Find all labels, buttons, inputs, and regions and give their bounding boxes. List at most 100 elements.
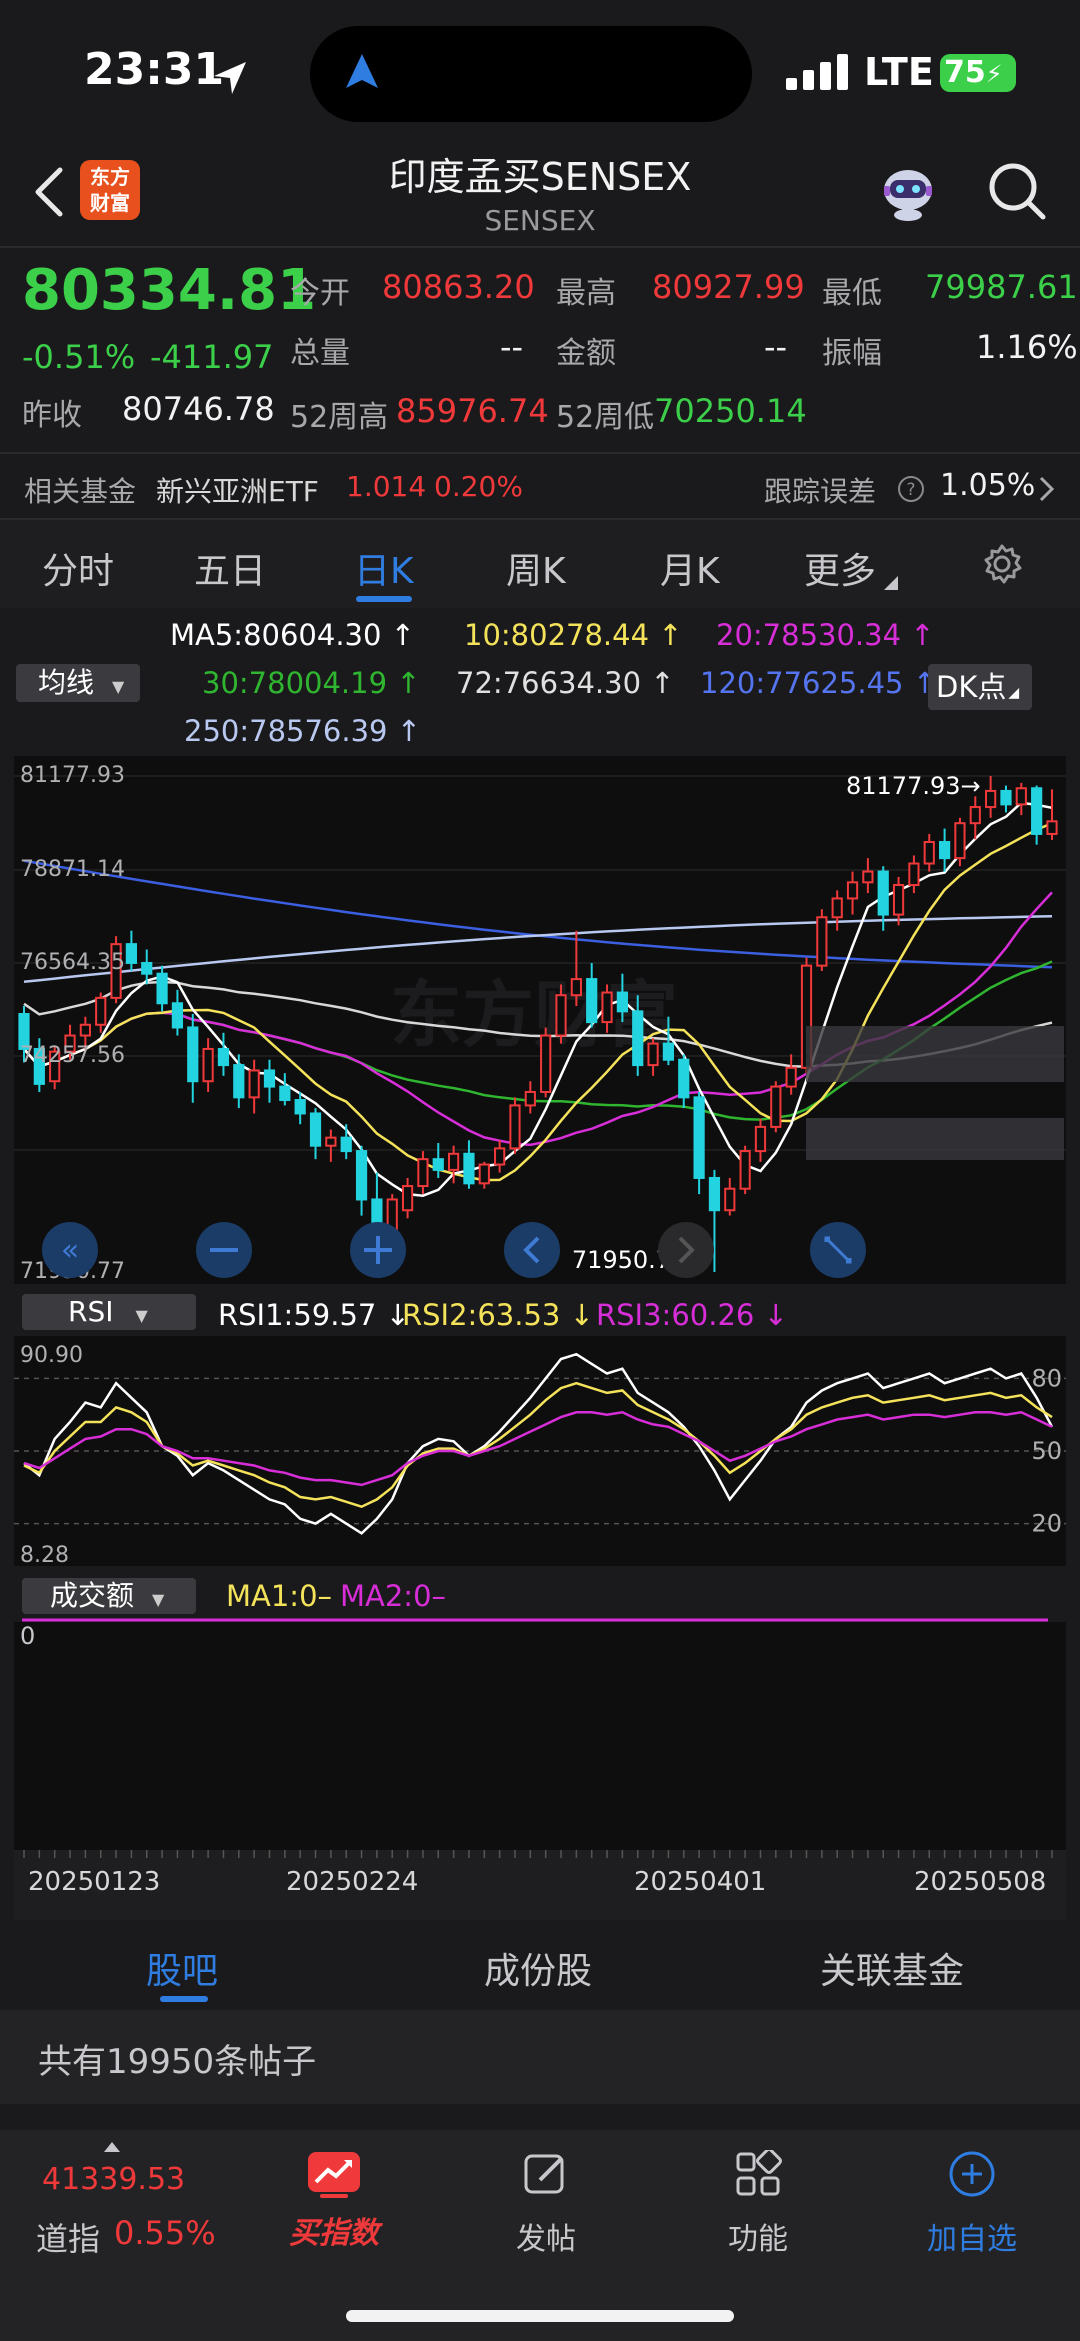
fund-change: 0.20% [434, 470, 523, 503]
post-button[interactable]: 发帖 [476, 2130, 616, 2290]
tab-stock-forum[interactable]: 股吧 [146, 1942, 218, 1994]
battery-level: 75 [944, 55, 986, 90]
candle-body [846, 881, 859, 900]
dow-ticker[interactable]: 41339.53 道指 0.55% [0, 2130, 220, 2290]
ma-type-select[interactable]: 均线 ▼ [16, 664, 140, 702]
candle-body [724, 1187, 736, 1212]
candle-body [938, 841, 951, 860]
rsi1-legend: RSI1:59.57 ↓ [218, 1298, 410, 1332]
robot-assistant-icon[interactable] [876, 160, 940, 224]
period-tabs: 分时 五日 日K 周K 月K 更多 [0, 520, 1080, 608]
open-label: 今开 [290, 276, 350, 311]
caret-up-icon [104, 2142, 120, 2152]
candle-body [816, 916, 828, 967]
amplitude-label: 振幅 [822, 336, 882, 371]
low-value: 79987.61 [925, 268, 1078, 306]
candle-body [985, 789, 997, 809]
fullscreen-button[interactable] [810, 1222, 866, 1278]
kline-y-tick: 76564.35 [20, 950, 125, 975]
zoom-in-button[interactable] [350, 1222, 406, 1278]
x-axis-bg [14, 1850, 1066, 1920]
rsi-y-tick-right: 20 [1031, 1510, 1062, 1538]
candle-body [309, 1112, 322, 1147]
related-fund-row[interactable]: 相关基金 新兴亚洲ETF 1.014 0.20% 跟踪误差 ? 1.05% [0, 456, 1080, 518]
candle-body [524, 1090, 536, 1107]
edit-post-icon [524, 2154, 564, 2194]
buy-index-button[interactable]: 买指数 [264, 2130, 404, 2290]
candle-body [770, 1085, 782, 1128]
candle-body [739, 1150, 751, 1190]
add-watchlist-button[interactable]: 加自选 [902, 2130, 1042, 2290]
buy-index-label: 买指数 [289, 2216, 379, 2251]
candle-body [693, 1096, 705, 1179]
wk52-low-label: 52周低 [556, 400, 655, 435]
tab-intraday[interactable]: 分时 [42, 542, 114, 594]
change-amount: -411.97 [150, 338, 274, 376]
tab-monthly-k[interactable]: 月K [660, 542, 720, 594]
tab-constituents[interactable]: 成份股 [484, 1942, 592, 1994]
candle-body [340, 1136, 352, 1153]
amount-indicator-select[interactable]: 成交额 ▼ [22, 1578, 196, 1614]
kline-chart-area[interactable]: 东方财富 81177.9378871.1476564.3574257.56719… [0, 756, 1080, 1926]
tab-more[interactable]: 更多 [804, 542, 876, 594]
tab-five-day[interactable]: 五日 [194, 542, 266, 594]
step-right-button[interactable] [658, 1222, 714, 1278]
candle-body [1031, 787, 1043, 835]
candle-body [908, 862, 920, 887]
ma-legend: MA5:80604.30 ↑ 10:80278.44 ↑ 20:78530.34… [0, 608, 1080, 758]
candle-body [294, 1099, 306, 1115]
candle-body [432, 1158, 444, 1171]
move-left-button[interactable]: « [42, 1222, 98, 1278]
candle-body [616, 991, 628, 1013]
fund-name: 新兴亚洲ETF [156, 475, 319, 508]
candle-body [478, 1163, 490, 1185]
functions-button[interactable]: 功能 [688, 2130, 828, 2290]
candle-body [509, 1104, 521, 1150]
x-axis-label: 20250508 [914, 1867, 1046, 1897]
x-axis-label: 20250401 [634, 1867, 766, 1897]
amplitude-value: 1.16% [976, 328, 1078, 366]
tab-related-funds[interactable]: 关联基金 [820, 1942, 964, 1994]
kline-max-annotation: 81177.93→ [846, 772, 981, 800]
rsi-select-label: RSI [68, 1295, 114, 1328]
x-axis-label: 20250123 [28, 1867, 160, 1897]
header-divider [0, 246, 1080, 248]
trend-chart-icon [308, 2152, 360, 2198]
candle-body [877, 870, 889, 916]
svg-text:?: ? [906, 480, 915, 500]
x-axis-label: 20250224 [286, 1867, 418, 1897]
settings-gear-icon[interactable] [980, 542, 1024, 586]
candle-body [263, 1069, 276, 1088]
rsi-y-max: 90.90 [20, 1343, 83, 1368]
candle-body [586, 978, 598, 1024]
candle-body [1000, 789, 1012, 806]
candle-body [570, 978, 582, 997]
signal-icon [786, 54, 848, 90]
step-left-button[interactable] [504, 1222, 560, 1278]
rsi-indicator-select[interactable]: RSI ▼ [22, 1294, 196, 1330]
wk52-high-label: 52周高 [290, 400, 389, 435]
candle-body [95, 996, 107, 1026]
candle-body [754, 1125, 767, 1153]
ma120-legend: 120:77625.45 ↑ [700, 666, 938, 700]
candle-body [141, 961, 153, 975]
ma72-legend: 72:76634.30 ↑ [456, 666, 675, 700]
candle-body [125, 943, 138, 964]
tab-daily-k[interactable]: 日K [354, 542, 414, 594]
dow-value: 41339.53 [42, 2162, 186, 2197]
tab-weekly-k[interactable]: 周K [506, 542, 566, 594]
candle-body [708, 1176, 721, 1212]
candle-body [417, 1158, 429, 1188]
candle-body [279, 1085, 291, 1102]
status-time: 23:31 [84, 44, 225, 95]
fund-price: 1.014 [346, 470, 427, 503]
search-icon[interactable] [986, 160, 1048, 222]
current-price: 80334.81 [22, 258, 317, 323]
ma250-legend: 250:78576.39 ↑ [184, 714, 422, 748]
svg-text:«: « [61, 1233, 79, 1268]
help-icon[interactable]: ? [896, 474, 926, 504]
dk-point-select[interactable]: DK点 ◢ [928, 664, 1032, 710]
volume-value: -- [500, 328, 524, 366]
zoom-out-button[interactable] [196, 1222, 252, 1278]
candle-body [662, 1042, 675, 1061]
